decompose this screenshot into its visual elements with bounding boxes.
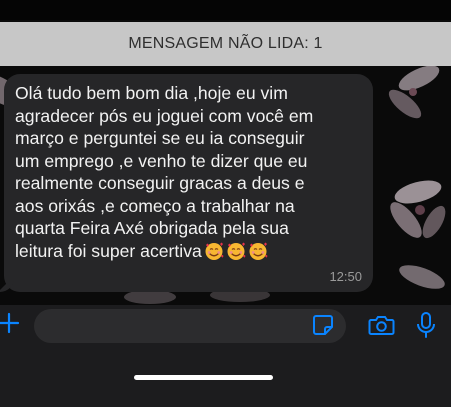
wallpaper-flower-icon xyxy=(390,180,446,239)
message-bubble[interactable]: Olá tudo bem bom dia ,hoje eu vim agrade… xyxy=(0,74,373,292)
wallpaper-flower-icon xyxy=(388,65,440,119)
camera-icon[interactable] xyxy=(368,313,395,337)
unread-banner-text: MENSAGEM NÃO LIDA: 1 xyxy=(128,35,323,52)
microphone-icon[interactable] xyxy=(415,311,437,339)
wallpaper-flower-icon xyxy=(399,265,445,289)
sticker-icon[interactable] xyxy=(311,313,335,337)
unread-banner: MENSAGEM NÃO LIDA: 1 xyxy=(0,22,451,66)
message-body: Olá tudo bem bom dia ,hoje eu vim agrade… xyxy=(15,83,314,261)
smiling-face-with-hearts-icon xyxy=(205,242,224,260)
top-bar xyxy=(0,0,451,20)
message-text: Olá tudo bem bom dia ,hoje eu vim agrade… xyxy=(15,82,363,262)
plus-icon[interactable] xyxy=(0,312,20,334)
message-timestamp: 12:50 xyxy=(329,269,362,284)
home-indicator[interactable] xyxy=(134,375,273,380)
smiling-face-with-hearts-icon xyxy=(249,242,268,260)
message-input[interactable] xyxy=(34,309,346,343)
smiling-face-with-hearts-icon xyxy=(227,242,246,260)
